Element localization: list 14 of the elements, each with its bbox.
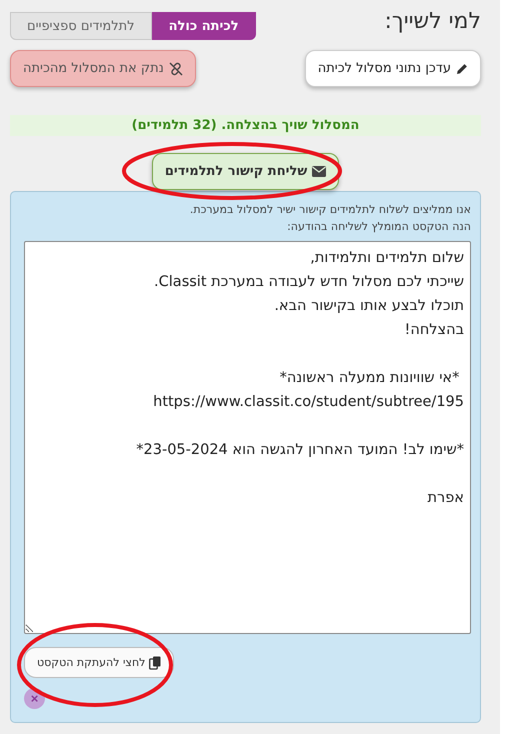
envelope-icon: [312, 166, 326, 177]
success-message: המסלול שויך בהצלחה. (32 תלמידים): [10, 115, 481, 136]
tab[interactable]: לכיתה כולה: [152, 12, 256, 40]
edit-button[interactable]: עדכן נתוני מסלול לכיתה: [304, 50, 481, 87]
instruction-text: אנו ממליצים לשלוח לתלמידים קישור ישיר למסלול במערכת.: [188, 202, 471, 218]
tab[interactable]: לתלמידים ספציפיים: [10, 12, 152, 40]
unlink-button[interactable]: נתק את המסלול מהכיתה: [10, 50, 196, 87]
send-link-button[interactable]: שליחת קישור לתלמידים: [152, 153, 340, 190]
instruction-text: הנה הטקסט המומלץ לשליחה בהודעה:: [286, 219, 471, 235]
pencil-icon: [456, 62, 468, 74]
unlink-icon: [168, 62, 183, 76]
copy-text-button[interactable]: לחצי להעתקת הטקסט: [24, 647, 174, 678]
copy-icon: [149, 656, 162, 670]
section-heading: למי לשייך:: [384, 9, 481, 34]
